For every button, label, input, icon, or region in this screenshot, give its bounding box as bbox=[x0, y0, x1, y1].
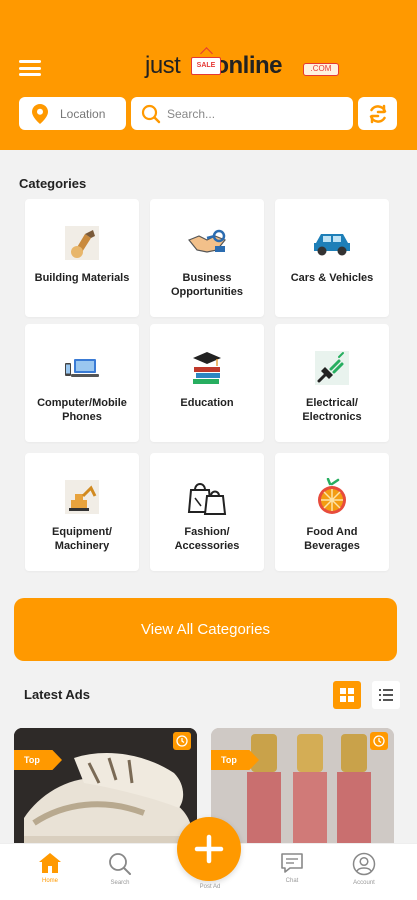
search-box[interactable] bbox=[131, 97, 353, 130]
logo-sale-tag: SALE bbox=[191, 57, 221, 75]
plus-icon bbox=[194, 834, 224, 864]
refresh-icon bbox=[369, 104, 386, 123]
home-icon bbox=[39, 853, 61, 873]
ad-image-sneakers bbox=[14, 728, 197, 848]
category-education[interactable]: Education bbox=[150, 324, 264, 442]
nav-home-label: Home bbox=[41, 878, 58, 884]
category-fashion-accessories[interactable]: Fashion/ Accessories bbox=[150, 453, 264, 571]
grid-view-toggle[interactable] bbox=[333, 681, 361, 709]
ad-card[interactable]: Top bbox=[211, 728, 394, 848]
category-label: Cars & Vehicles bbox=[290, 272, 374, 284]
category-computer-mobile[interactable]: Computer/Mobile Phones bbox=[25, 324, 139, 442]
category-label: Education bbox=[180, 397, 234, 409]
car-icon bbox=[312, 223, 352, 263]
category-label: Computer/Mobile Phones bbox=[37, 397, 127, 423]
category-label: Electrical/ Electronics bbox=[302, 397, 362, 423]
search-input[interactable] bbox=[167, 106, 337, 121]
chat-icon bbox=[281, 853, 303, 873]
search-icon bbox=[109, 853, 131, 875]
post-ad-button[interactable] bbox=[177, 817, 241, 881]
post-ad-label: Post Ad bbox=[199, 884, 221, 890]
list-view-toggle[interactable] bbox=[372, 681, 400, 709]
grid-icon bbox=[340, 688, 354, 702]
category-electrical-electronics[interactable]: Electrical/ Electronics bbox=[275, 324, 389, 442]
handshake-key-icon bbox=[187, 223, 227, 263]
nav-account-label: Account bbox=[353, 880, 375, 886]
nav-home[interactable]: Home bbox=[20, 852, 80, 884]
account-icon bbox=[352, 852, 376, 876]
category-label: Fashion/ Accessories bbox=[174, 526, 240, 552]
clock-icon bbox=[370, 732, 388, 750]
refresh-button[interactable] bbox=[358, 97, 397, 130]
plug-icon bbox=[312, 348, 352, 388]
category-cars-vehicles[interactable]: Cars & Vehicles bbox=[275, 199, 389, 317]
location-label: Location bbox=[60, 106, 106, 121]
nav-chat[interactable]: Chat bbox=[262, 852, 322, 884]
category-label: Building Materials bbox=[34, 272, 130, 284]
location-pin-icon bbox=[32, 103, 48, 124]
categories-title: Categories bbox=[19, 176, 87, 191]
category-label: Business Opportunities bbox=[170, 272, 244, 298]
category-building-materials[interactable]: Building Materials bbox=[25, 199, 139, 317]
nav-search[interactable]: Search bbox=[90, 852, 150, 886]
category-equipment-machinery[interactable]: Equipment/ Machinery bbox=[25, 453, 139, 571]
location-selector[interactable]: Location bbox=[19, 97, 126, 130]
nav-chat-label: Chat bbox=[285, 878, 299, 884]
ad-card[interactable]: Top bbox=[14, 728, 197, 848]
shopping-bag-icon bbox=[187, 477, 227, 517]
computer-phone-icon bbox=[62, 348, 102, 388]
view-all-categories-button[interactable]: View All Categories bbox=[14, 598, 397, 661]
menu-icon[interactable] bbox=[19, 60, 41, 76]
building-materials-icon bbox=[62, 223, 102, 263]
orange-fruit-icon bbox=[312, 477, 352, 517]
nav-account[interactable]: Account bbox=[334, 852, 394, 886]
top-badge: Top bbox=[14, 750, 62, 770]
clock-icon bbox=[173, 732, 191, 750]
list-icon bbox=[379, 689, 393, 701]
category-label: Food And Beverages bbox=[304, 526, 360, 552]
latest-ads-title: Latest Ads bbox=[24, 687, 90, 702]
app-header: just online SALE .COM Location bbox=[0, 0, 417, 150]
search-icon bbox=[141, 104, 161, 123]
excavator-icon bbox=[62, 477, 102, 517]
top-badge: Top bbox=[211, 750, 259, 770]
nav-search-label: Search bbox=[110, 880, 130, 886]
logo-com-badge: .COM bbox=[303, 63, 339, 76]
ad-image-cosmetics bbox=[211, 728, 394, 848]
brand-logo: just online SALE .COM bbox=[145, 44, 345, 84]
category-business-opportunities[interactable]: Business Opportunities bbox=[150, 199, 264, 317]
books-graduation-icon bbox=[187, 348, 227, 388]
category-label: Equipment/ Machinery bbox=[52, 526, 112, 552]
category-food-beverages[interactable]: Food And Beverages bbox=[275, 453, 389, 571]
